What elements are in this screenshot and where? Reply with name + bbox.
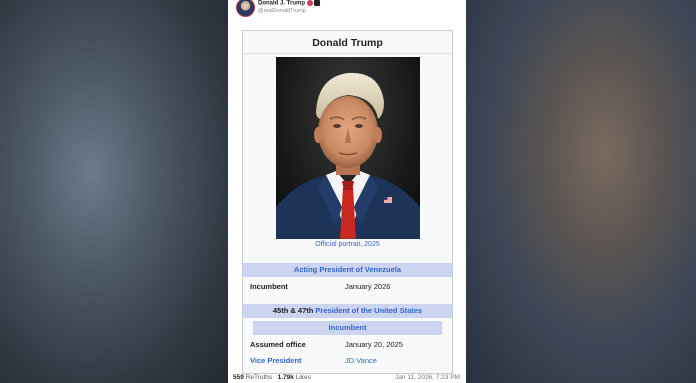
incumbent-value: January 2026 [345, 282, 391, 291]
portrait-image[interactable] [276, 57, 420, 239]
infobox-title: Donald Trump [312, 37, 383, 49]
retruths-count[interactable]: 559 [233, 374, 244, 381]
role2-prefix: 45th & 47th [272, 306, 314, 315]
vice-president-value[interactable]: JD Vance [345, 356, 377, 365]
assumed-office-label: Assumed office [250, 340, 306, 349]
role1-prefix[interactable]: Acting [294, 265, 317, 274]
author-handle[interactable]: @realDonaldTrump [258, 8, 306, 14]
role2-link[interactable]: President of the United States [315, 306, 422, 315]
role-band-us: 45th & 47th President of the United Stat… [243, 304, 452, 318]
avatar[interactable] [236, 0, 255, 17]
vice-president-label[interactable]: Vice President [250, 356, 302, 365]
likes-count[interactable]: 1.79k [278, 374, 294, 381]
post-stats: 559 ReTruths 1.79k Likes [233, 374, 311, 381]
author-name[interactable]: Donald J. Trump [258, 0, 321, 7]
portrait-caption[interactable]: Official portrait, 2025 [243, 241, 452, 248]
verified-badge-icon [307, 0, 314, 6]
role-band-venezuela: Acting President of Venezuela [243, 263, 452, 277]
background-left [0, 0, 228, 383]
plus-icon [314, 0, 321, 6]
assumed-office-value: January 20, 2025 [345, 340, 403, 349]
incumbent-label: Incumbent [250, 282, 288, 291]
role1-link[interactable]: President of Venezuela [319, 265, 401, 274]
title-divider [243, 53, 452, 54]
portrait-illustration [276, 72, 420, 239]
retruths-label[interactable]: ReTruths [246, 374, 273, 381]
incumbent-band: Incumbent [253, 321, 442, 335]
post-timestamp[interactable]: Jan 11, 2026, 7:23 PM [395, 374, 460, 381]
background-right [466, 0, 696, 383]
wikipedia-infobox: Donald Trump Official portrait, 2025 Act… [242, 30, 453, 374]
likes-label[interactable]: Likes [296, 374, 311, 381]
post-card: Donald J. Trump @realDonaldTrump Donald … [228, 0, 466, 383]
